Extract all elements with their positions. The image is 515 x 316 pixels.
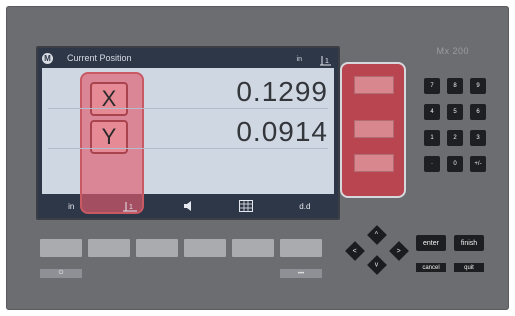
quit-button[interactable]: quit: [454, 263, 484, 272]
numpad-key-7[interactable]: 7: [424, 78, 440, 94]
side-key-panel: [340, 62, 406, 198]
power-key[interactable]: ⏻: [40, 269, 82, 278]
bottom-unit: in: [68, 201, 75, 211]
arrow-left-button[interactable]: <: [345, 241, 365, 261]
bottom-speaker: [159, 201, 217, 211]
bottom-axis-icon: 1: [100, 200, 158, 212]
screen-bottom-bar: in 1 d.d: [42, 198, 334, 214]
position-value-x: 0.1299: [236, 76, 328, 107]
numpad-key-5[interactable]: 5: [447, 104, 463, 120]
finish-button[interactable]: finish: [454, 235, 484, 251]
model-label: Mx 200: [436, 46, 469, 56]
soft-key-2[interactable]: [88, 239, 130, 257]
more-key[interactable]: •••: [280, 269, 322, 278]
side-key-1[interactable]: [354, 76, 394, 94]
chevron-left-icon: <: [352, 247, 358, 255]
axis-icon: 1: [320, 56, 331, 66]
numpad-key-1[interactable]: 1: [424, 130, 440, 146]
numpad-key-decimal[interactable]: ·: [424, 156, 440, 172]
numpad-key-2[interactable]: 2: [447, 130, 463, 146]
row-divider: [48, 108, 328, 109]
soft-key-6[interactable]: [280, 239, 322, 257]
screen-title: Current Position: [67, 53, 132, 63]
numpad-key-3[interactable]: 3: [470, 130, 486, 146]
soft-key-5[interactable]: [232, 239, 274, 257]
screen-title-bar: M Current Position: [42, 50, 132, 66]
more-icon: •••: [297, 270, 305, 277]
chevron-up-icon: ^: [375, 231, 379, 239]
axis-panel[interactable]: X Y: [80, 72, 144, 214]
position-value-y: 0.0914: [236, 116, 328, 147]
power-icon: ⏻: [58, 270, 64, 276]
enter-button[interactable]: enter: [416, 235, 446, 251]
arrow-right-button[interactable]: >: [389, 241, 409, 261]
bottom-format: d.d: [299, 201, 311, 211]
arrow-down-button[interactable]: v: [367, 255, 387, 275]
display-screen: M Current Position in 1 X Y 0.1299 0.091…: [36, 46, 340, 220]
axis-label-x[interactable]: X: [90, 82, 128, 116]
soft-key-1[interactable]: [40, 239, 82, 257]
grid-icon: [239, 200, 254, 212]
soft-key-3[interactable]: [136, 239, 178, 257]
side-key-2[interactable]: [354, 120, 394, 138]
svg-text:1: 1: [129, 204, 133, 211]
cancel-button[interactable]: cancel: [416, 263, 446, 272]
brand-logo: M: [42, 52, 53, 64]
numpad-key-9[interactable]: 9: [470, 78, 486, 94]
arrow-up-button[interactable]: ^: [367, 225, 387, 245]
svg-text:1: 1: [325, 58, 329, 65]
position-area: X Y 0.1299 0.0914: [42, 68, 334, 214]
numpad-key-4[interactable]: 4: [424, 104, 440, 120]
numpad-key-0[interactable]: 0: [447, 156, 463, 172]
device-body: Mx 200 M Current Position in 1 X Y 0.129…: [6, 6, 509, 310]
numpad-key-plus-minus[interactable]: +/-: [470, 156, 486, 172]
chevron-down-icon: v: [375, 261, 379, 269]
direction-pad: ^ < > v: [342, 225, 412, 275]
numpad-key-8[interactable]: 8: [447, 78, 463, 94]
soft-key-4[interactable]: [184, 239, 226, 257]
unit-indicator-top: in: [296, 56, 302, 63]
side-key-3[interactable]: [354, 154, 394, 172]
bottom-grid: [217, 200, 275, 212]
chevron-right-icon: >: [396, 247, 402, 255]
numpad-key-6[interactable]: 6: [470, 104, 486, 120]
speaker-icon: [184, 201, 192, 211]
row-divider: [48, 148, 328, 149]
axis-icon: 1: [122, 202, 137, 212]
